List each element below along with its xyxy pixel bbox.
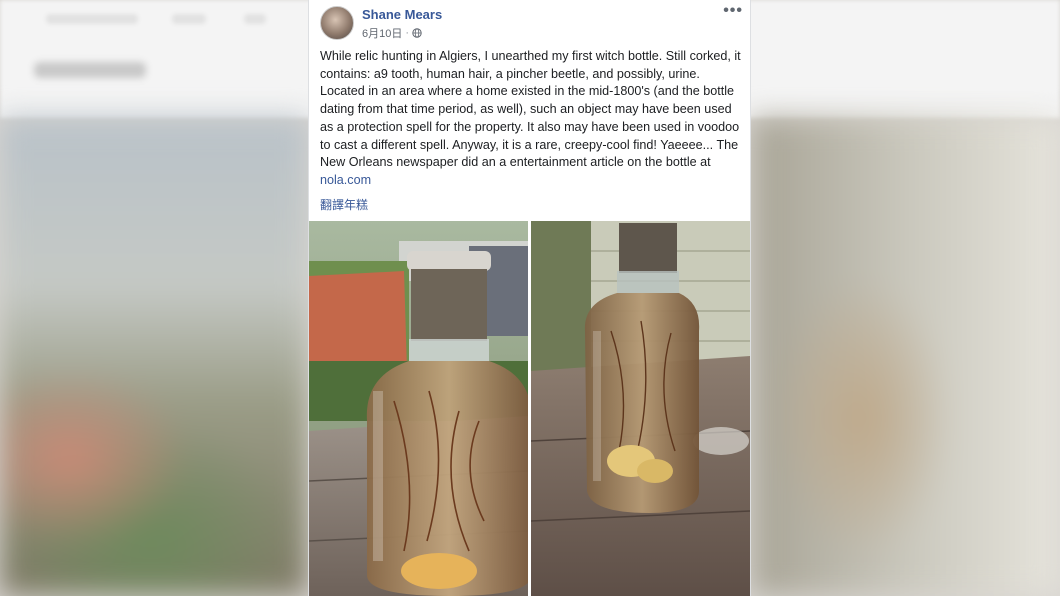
avatar[interactable] <box>320 6 354 40</box>
post-header: Shane Mears 6月10日 · ••• <box>309 0 750 44</box>
blurred-heading <box>34 62 146 78</box>
more-options-icon[interactable]: ••• <box>723 2 743 20</box>
photo-bottle-table[interactable] <box>531 221 750 596</box>
post-card: Shane Mears 6月10日 · ••• While relic hunt… <box>308 0 751 596</box>
author-name[interactable]: Shane Mears <box>362 7 442 22</box>
photo-bottle-street[interactable] <box>309 221 528 596</box>
photo-grid <box>309 221 750 596</box>
article-link[interactable]: nola.com <box>320 173 371 187</box>
bottle-photo-right-image <box>531 221 750 596</box>
post-body: While relic hunting in Algiers, I uneart… <box>320 48 745 190</box>
blurred-nav-text <box>244 14 266 24</box>
blurred-nav-text <box>46 14 138 24</box>
blurred-right-photo <box>752 118 1060 596</box>
globe-icon[interactable] <box>412 28 422 38</box>
translate-link[interactable]: 翻譯年糕 <box>320 196 368 213</box>
blurred-nav-text <box>172 14 206 24</box>
bottle-photo-left-image <box>309 221 528 596</box>
post-text: While relic hunting in Algiers, I uneart… <box>320 49 741 170</box>
post-meta: 6月10日 · <box>362 25 422 41</box>
meta-separator: · <box>405 27 410 39</box>
blurred-left-photo <box>0 118 308 596</box>
post-date[interactable]: 6月10日 <box>362 25 402 41</box>
